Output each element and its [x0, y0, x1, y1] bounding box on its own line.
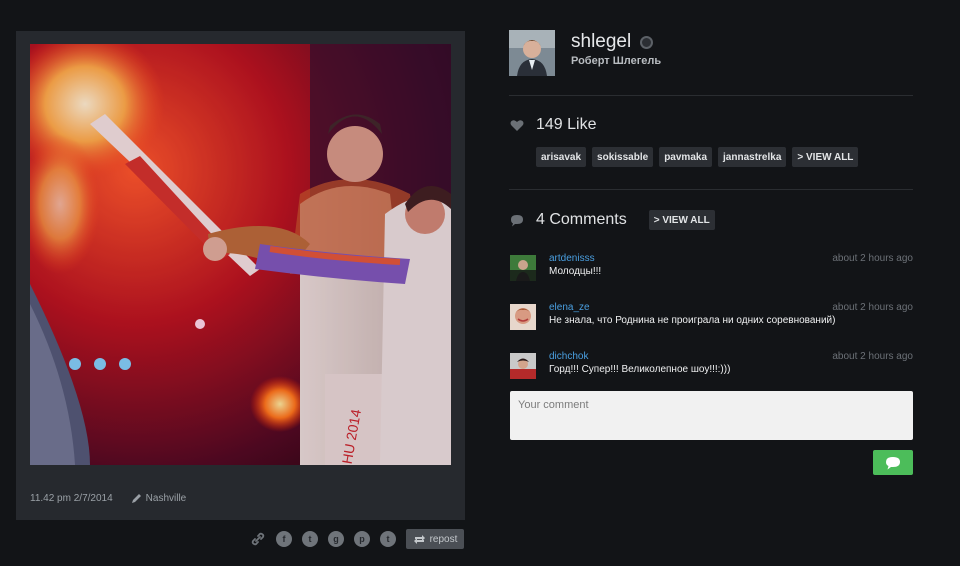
comment-bubble-icon [511, 214, 523, 226]
post-timestamp: 11.42 pm 2/7/2014 [30, 493, 113, 504]
post-photo[interactable]: HU 2014 [30, 44, 451, 465]
share-bar: f t g p t repost [250, 529, 464, 549]
commenter-avatar[interactable] [510, 353, 536, 379]
comment-item: elena_ze about 2 hours ago Не знала, что… [510, 302, 913, 334]
comments-count: 4 Comments [536, 211, 627, 228]
pinterest-icon[interactable]: p [354, 531, 370, 547]
comment-item: dichchok about 2 hours ago Горд!!! Супер… [510, 351, 913, 383]
view-all-comments-button[interactable]: > VIEW ALL [648, 210, 715, 230]
username[interactable]: shlegel [571, 31, 631, 53]
comment-time: about 2 hours ago [832, 302, 913, 313]
repost-button[interactable]: repost [406, 529, 464, 549]
comment-input-placeholder: Your comment [518, 399, 589, 411]
comment-item: artdenisss about 2 hours ago Молодцы!!! [510, 253, 913, 285]
likers-list: arisavak sokissable pavmaka jannastrelka… [536, 147, 864, 167]
commenter-avatar[interactable] [510, 255, 536, 281]
post-location[interactable]: Nashville [131, 493, 187, 504]
divider [509, 95, 913, 96]
comment-text: Горд!!! Супер!!! Великолепное шоу!!!:))) [549, 364, 731, 375]
send-comment-icon [886, 456, 900, 469]
user-full-name: Роберт Шлегель [571, 55, 662, 67]
username-row: shlegel [571, 31, 654, 53]
heart-icon[interactable] [510, 119, 524, 132]
liker-tag[interactable]: pavmaka [659, 147, 713, 167]
google-plus-icon[interactable]: g [328, 531, 344, 547]
commenter-avatar[interactable] [510, 304, 536, 330]
tumblr-icon[interactable]: t [380, 531, 396, 547]
post-location-label: Nashville [145, 493, 187, 504]
repost-icon [413, 534, 425, 544]
commenter-name[interactable]: elena_ze [549, 302, 590, 313]
commenter-name[interactable]: artdenisss [549, 253, 595, 264]
comment-text: Не знала, что Роднина не проиграла ни од… [549, 315, 836, 326]
comments-header: 4 Comments > VIEW ALL [510, 210, 721, 230]
post-meta: 11.42 pm 2/7/2014 Nashville [30, 493, 186, 504]
likes-count: 149 Like [536, 116, 597, 133]
comment-time: about 2 hours ago [832, 253, 913, 264]
pencil-icon [131, 494, 141, 503]
repost-label: repost [429, 533, 458, 545]
user-avatar[interactable] [509, 30, 555, 76]
view-all-likes-button[interactable]: > VIEW ALL [792, 147, 859, 167]
liker-tag[interactable]: jannastrelka [718, 147, 787, 167]
divider [509, 189, 913, 190]
comment-input[interactable]: Your comment [510, 391, 913, 440]
olympic-torch-photo: HU 2014 [30, 44, 451, 465]
likes-section: 149 Like [510, 116, 597, 134]
liker-tag[interactable]: sokissable [592, 147, 654, 167]
status-indicator-icon [640, 35, 654, 49]
facebook-icon[interactable]: f [276, 531, 292, 547]
liker-tag[interactable]: arisavak [536, 147, 587, 167]
comment-time: about 2 hours ago [832, 351, 913, 362]
send-comment-button[interactable] [873, 450, 913, 475]
comment-text: Молодцы!!! [549, 266, 602, 277]
post-card: HU 2014 11.42 pm 2/7/2014 Nashville [16, 31, 465, 520]
commenter-name[interactable]: dichchok [549, 351, 588, 362]
link-icon[interactable] [250, 531, 266, 547]
twitter-icon[interactable]: t [302, 531, 318, 547]
